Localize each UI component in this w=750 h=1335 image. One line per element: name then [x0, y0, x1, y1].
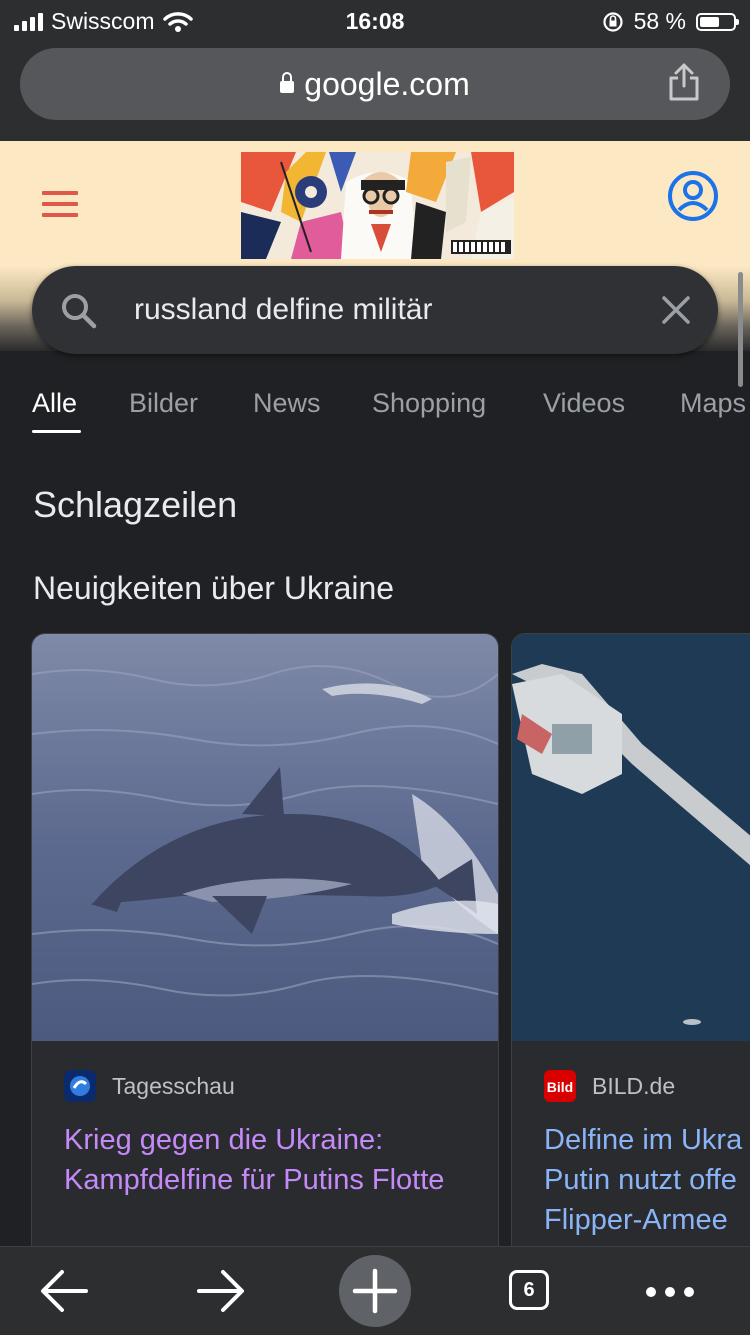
source-name: Tagesschau [112, 1072, 235, 1099]
active-tab-indicator [32, 430, 81, 433]
status-bar: Swisscom 16:08 58 % [0, 0, 750, 40]
tagesschau-logo-icon [64, 1070, 96, 1102]
google-doodle-logo[interactable] [241, 152, 514, 259]
back-arrow-icon[interactable] [38, 1247, 90, 1335]
news-card[interactable]: Bild BILD.de Delfine im Ukra Putin nutzt… [511, 633, 750, 1275]
harbor-photo[interactable] [512, 634, 750, 1041]
tab-images[interactable]: Bilder [129, 388, 198, 419]
lock-icon [280, 72, 295, 93]
news-source: Bild BILD.de [544, 1070, 675, 1102]
tab-videos[interactable]: Videos [543, 388, 625, 419]
news-source: Tagesschau [64, 1070, 235, 1102]
battery-fill [700, 16, 719, 27]
address-bar[interactable]: google.com [20, 48, 730, 120]
forward-arrow-icon[interactable] [195, 1247, 247, 1335]
tab-maps[interactable]: Maps [680, 388, 746, 419]
headline-line: Delfine im Ukra [544, 1124, 743, 1156]
close-icon[interactable] [660, 294, 692, 326]
menu-icon[interactable] [42, 191, 78, 224]
battery-icon [696, 12, 739, 31]
tab-shopping[interactable]: Shopping [372, 388, 486, 419]
account-icon[interactable] [667, 170, 719, 222]
tab-news[interactable]: News [253, 388, 321, 419]
browser-chrome: Swisscom 16:08 58 % google.com [0, 0, 750, 141]
status-right: 58 % [602, 8, 739, 35]
scrollbar[interactable] [738, 272, 743, 387]
news-headline[interactable]: Delfine im Ukra Putin nutzt offe Flipper… [544, 1120, 750, 1240]
bild-logo-icon: Bild [544, 1070, 576, 1102]
dolphin-photo[interactable] [32, 634, 498, 1041]
tab-switcher-button[interactable]: 6 [509, 1270, 549, 1310]
news-card[interactable]: Tagesschau Krieg gegen die Ukraine: Kamp… [31, 633, 499, 1275]
search-icon[interactable] [60, 292, 98, 330]
more-menu-icon[interactable] [646, 1287, 694, 1297]
battery-percent: 58 % [633, 8, 686, 34]
new-tab-button[interactable] [339, 1255, 411, 1327]
share-icon[interactable] [666, 62, 702, 102]
source-name: BILD.de [592, 1072, 676, 1099]
address-text[interactable]: google.com [20, 66, 730, 103]
section-title: Schlagzeilen [33, 484, 238, 525]
plus-icon [352, 1268, 398, 1314]
url-domain: google.com [304, 66, 470, 102]
search-tabs: Alle Bilder News Shopping Videos Maps [0, 388, 750, 438]
topic-title[interactable]: Neuigkeiten über Ukraine [33, 570, 394, 607]
headline-line: Flipper-Armee [544, 1204, 728, 1236]
headline-line: Putin nutzt offe [544, 1164, 737, 1196]
svg-text:Bild: Bild [547, 1079, 573, 1095]
orientation-lock-icon [602, 11, 623, 32]
search-box[interactable]: russland delfine militär [32, 266, 718, 354]
news-headline[interactable]: Krieg gegen die Ukraine: Kampfdelfine fü… [64, 1120, 484, 1200]
search-input[interactable]: russland delfine militär [134, 293, 432, 327]
tab-all[interactable]: Alle [32, 388, 77, 419]
browser-toolbar: 6 [0, 1246, 750, 1335]
